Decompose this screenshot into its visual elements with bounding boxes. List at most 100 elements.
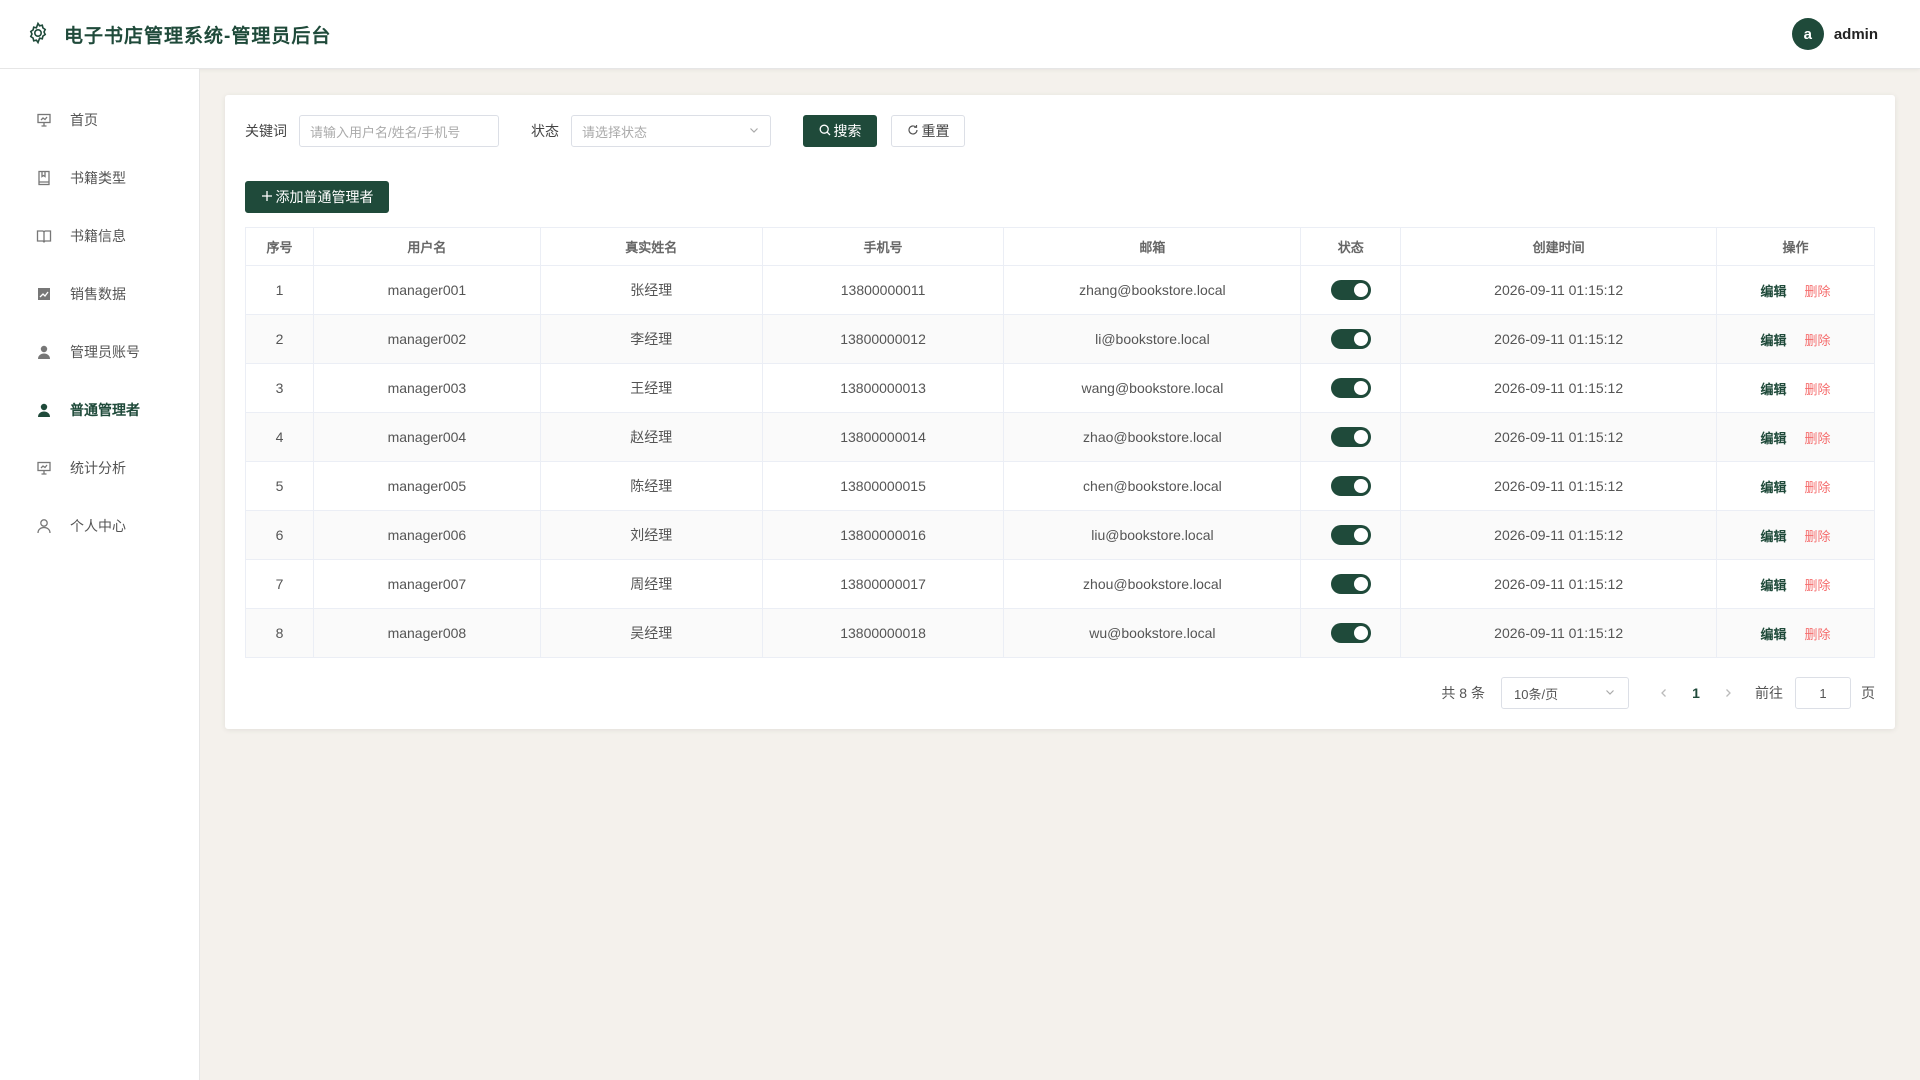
- goto-page-input[interactable]: 1: [1795, 677, 1851, 709]
- add-manager-label: 添加普通管理者: [275, 189, 374, 205]
- edit-button[interactable]: 编辑: [1761, 627, 1787, 642]
- sidebar-item-label: 书籍类型: [70, 170, 126, 186]
- cell-username: manager002: [313, 314, 541, 364]
- sidebar-item-sales-data[interactable]: 销售数据: [0, 265, 199, 323]
- cell-created: 2026-09-11 01:15:12: [1400, 461, 1718, 511]
- top-header: 电子书店管理系统-管理员后台 a admin: [0, 0, 1920, 69]
- cell-created: 2026-09-11 01:15:12: [1400, 608, 1718, 658]
- table-row: 4 manager004 赵经理 13800000014 zhao@bookst…: [245, 412, 1875, 462]
- status-toggle[interactable]: [1330, 378, 1371, 398]
- cell-email: zhao@bookstore.local: [1003, 412, 1302, 462]
- avatar[interactable]: a: [1791, 18, 1824, 50]
- cell-created: 2026-09-11 01:15:12: [1400, 412, 1718, 462]
- col-header-phone[interactable]: 手机号: [762, 227, 1005, 266]
- keyword-label: 关键词: [245, 123, 287, 139]
- next-page-button[interactable]: [1717, 685, 1739, 701]
- col-header-email[interactable]: 邮箱: [1003, 227, 1302, 266]
- status-select[interactable]: 请选择状态: [571, 115, 771, 147]
- cell-status: [1300, 608, 1402, 658]
- edit-button[interactable]: 编辑: [1761, 431, 1787, 446]
- cell-realname: 赵经理: [540, 412, 763, 462]
- cell-no: 2: [245, 314, 314, 364]
- user-menu[interactable]: a admin: [1791, 18, 1878, 50]
- col-header-no[interactable]: 序号: [245, 227, 314, 266]
- reset-button[interactable]: 重置: [891, 115, 965, 147]
- sidebar-item-home[interactable]: 首页: [0, 91, 199, 149]
- status-toggle[interactable]: [1330, 476, 1371, 496]
- delete-button[interactable]: 删除: [1805, 627, 1831, 642]
- cell-realname: 刘经理: [540, 510, 763, 560]
- delete-button[interactable]: 删除: [1805, 529, 1831, 544]
- cell-realname: 陈经理: [540, 461, 763, 511]
- add-manager-button[interactable]: 添加普通管理者: [245, 181, 389, 213]
- edit-button[interactable]: 编辑: [1761, 578, 1787, 593]
- col-header-username[interactable]: 用户名: [313, 227, 541, 266]
- status-toggle[interactable]: [1330, 280, 1371, 300]
- cell-no: 4: [245, 412, 314, 462]
- cell-actions: 编辑 删除: [1716, 412, 1875, 462]
- status-toggle[interactable]: [1330, 329, 1371, 349]
- sidebar-item-profile[interactable]: 个人中心: [0, 497, 199, 555]
- cell-actions: 编辑 删除: [1716, 510, 1875, 560]
- status-toggle[interactable]: [1330, 427, 1371, 447]
- cell-created: 2026-09-11 01:15:12: [1400, 363, 1718, 413]
- sidebar-item-managers[interactable]: 普通管理者: [0, 381, 199, 439]
- sidebar-item-admin-accounts[interactable]: 管理员账号: [0, 323, 199, 381]
- username[interactable]: admin: [1834, 26, 1878, 43]
- user-outline-icon: [36, 518, 52, 534]
- cell-actions: 编辑 删除: [1716, 461, 1875, 511]
- cell-email: wang@bookstore.local: [1003, 363, 1302, 413]
- sidebar-item-label: 管理员账号: [70, 344, 140, 360]
- col-header-realname[interactable]: 真实姓名: [540, 227, 763, 266]
- sidebar-item-book-info[interactable]: 书籍信息: [0, 207, 199, 265]
- cell-phone: 13800000012: [762, 314, 1005, 364]
- edit-button[interactable]: 编辑: [1761, 284, 1787, 299]
- pagination: 共 8 条 10条/页 1 前往 1 页: [1441, 677, 1875, 709]
- keyword-input[interactable]: 请输入用户名/姓名/手机号: [299, 115, 499, 147]
- cell-no: 7: [245, 559, 314, 609]
- search-button[interactable]: 搜索: [803, 115, 877, 147]
- cell-no: 8: [245, 608, 314, 658]
- sidebar-item-label: 销售数据: [70, 286, 126, 302]
- cell-status: [1300, 314, 1402, 364]
- main-card: 关键词 请输入用户名/姓名/手机号 状态 请选择状态 搜索 重置 添加普通管理者: [225, 95, 1895, 729]
- status-toggle[interactable]: [1330, 623, 1371, 643]
- cell-no: 3: [245, 363, 314, 413]
- status-toggle[interactable]: [1330, 574, 1371, 594]
- cell-realname: 吴经理: [540, 608, 763, 658]
- sidebar-item-statistics[interactable]: 统计分析: [0, 439, 199, 497]
- delete-button[interactable]: 删除: [1805, 578, 1831, 593]
- delete-button[interactable]: 删除: [1805, 382, 1831, 397]
- cell-username: manager003: [313, 363, 541, 413]
- cell-realname: 李经理: [540, 314, 763, 364]
- status-select-placeholder: 请选择状态: [582, 124, 648, 140]
- cell-status: [1300, 559, 1402, 609]
- cell-created: 2026-09-11 01:15:12: [1400, 265, 1718, 315]
- col-header-status[interactable]: 状态: [1300, 227, 1402, 266]
- cell-email: zhang@bookstore.local: [1003, 265, 1302, 315]
- sidebar-item-book-types[interactable]: 书籍类型: [0, 149, 199, 207]
- edit-button[interactable]: 编辑: [1761, 529, 1787, 544]
- edit-button[interactable]: 编辑: [1761, 480, 1787, 495]
- cell-email: li@bookstore.local: [1003, 314, 1302, 364]
- cell-phone: 13800000014: [762, 412, 1005, 462]
- cell-realname: 张经理: [540, 265, 763, 315]
- page-size-select[interactable]: 10条/页: [1501, 677, 1629, 709]
- prev-page-button[interactable]: [1653, 685, 1675, 701]
- gear-icon[interactable]: [26, 21, 50, 48]
- delete-button[interactable]: 删除: [1805, 480, 1831, 495]
- cell-email: liu@bookstore.local: [1003, 510, 1302, 560]
- edit-button[interactable]: 编辑: [1761, 382, 1787, 397]
- cell-actions: 编辑 删除: [1716, 363, 1875, 413]
- delete-button[interactable]: 删除: [1805, 333, 1831, 348]
- presentation-icon: [36, 112, 52, 128]
- delete-button[interactable]: 删除: [1805, 284, 1831, 299]
- col-header-created[interactable]: 创建时间: [1400, 227, 1718, 266]
- cell-no: 1: [245, 265, 314, 315]
- sidebar-item-label: 首页: [70, 112, 98, 128]
- status-toggle[interactable]: [1330, 525, 1371, 545]
- delete-button[interactable]: 删除: [1805, 431, 1831, 446]
- brand: 电子书店管理系统-管理员后台: [26, 21, 331, 48]
- edit-button[interactable]: 编辑: [1761, 333, 1787, 348]
- page-number-current[interactable]: 1: [1675, 685, 1717, 701]
